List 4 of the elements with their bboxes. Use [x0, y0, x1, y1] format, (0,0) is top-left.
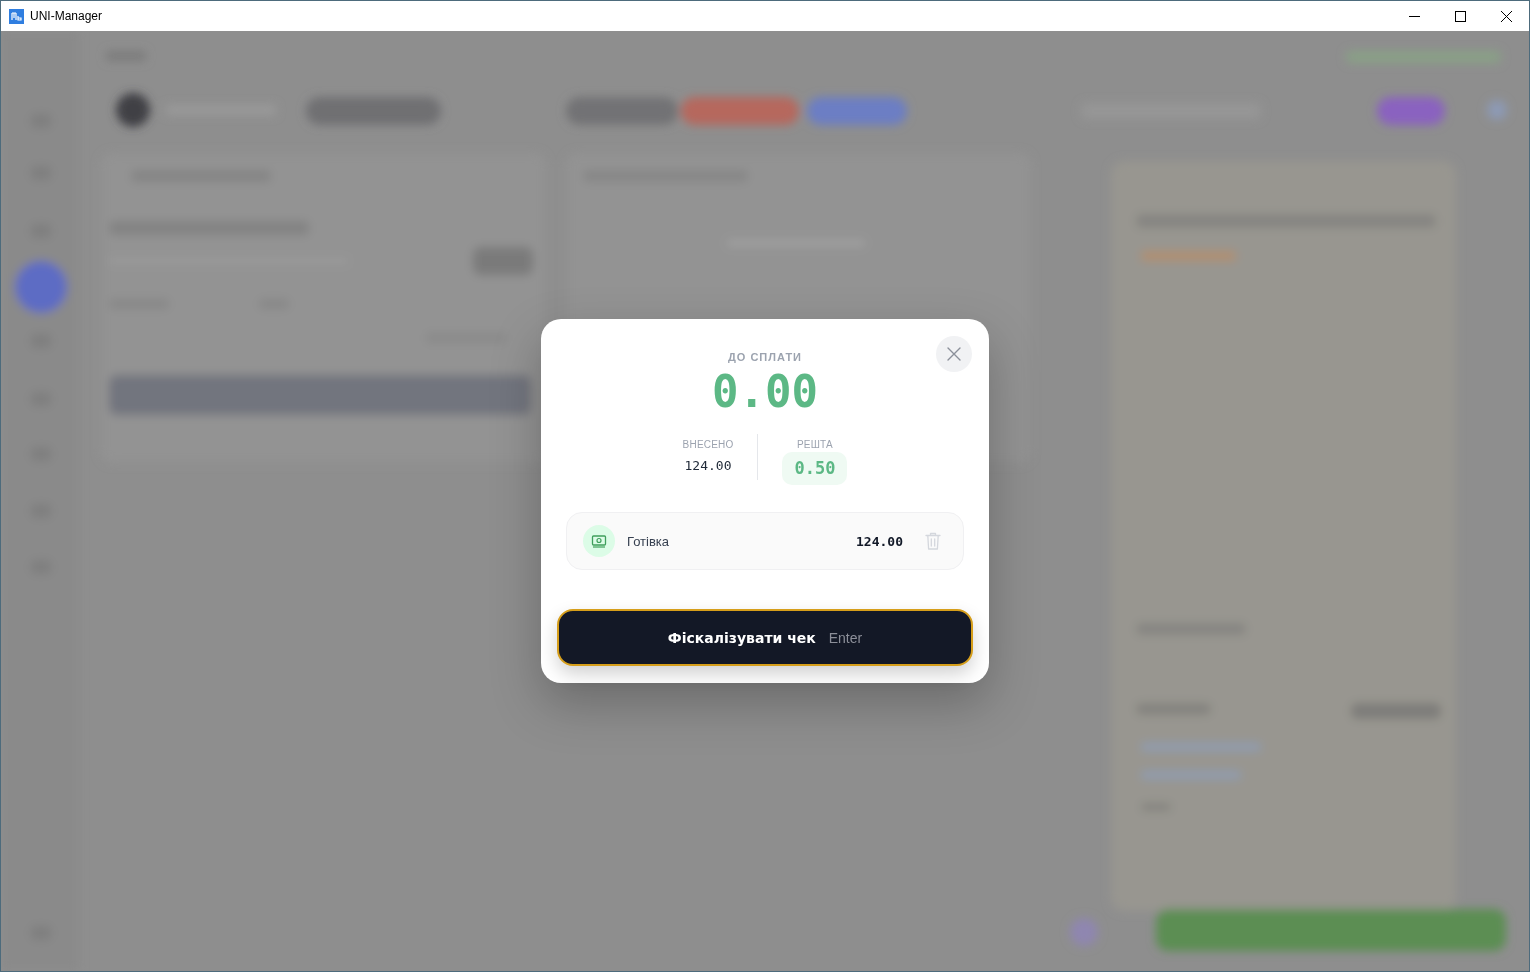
close-icon [1500, 10, 1512, 22]
maximize-icon [1454, 10, 1466, 22]
app-logo-icon [9, 8, 24, 24]
window-title: UNI-Manager [30, 9, 103, 23]
